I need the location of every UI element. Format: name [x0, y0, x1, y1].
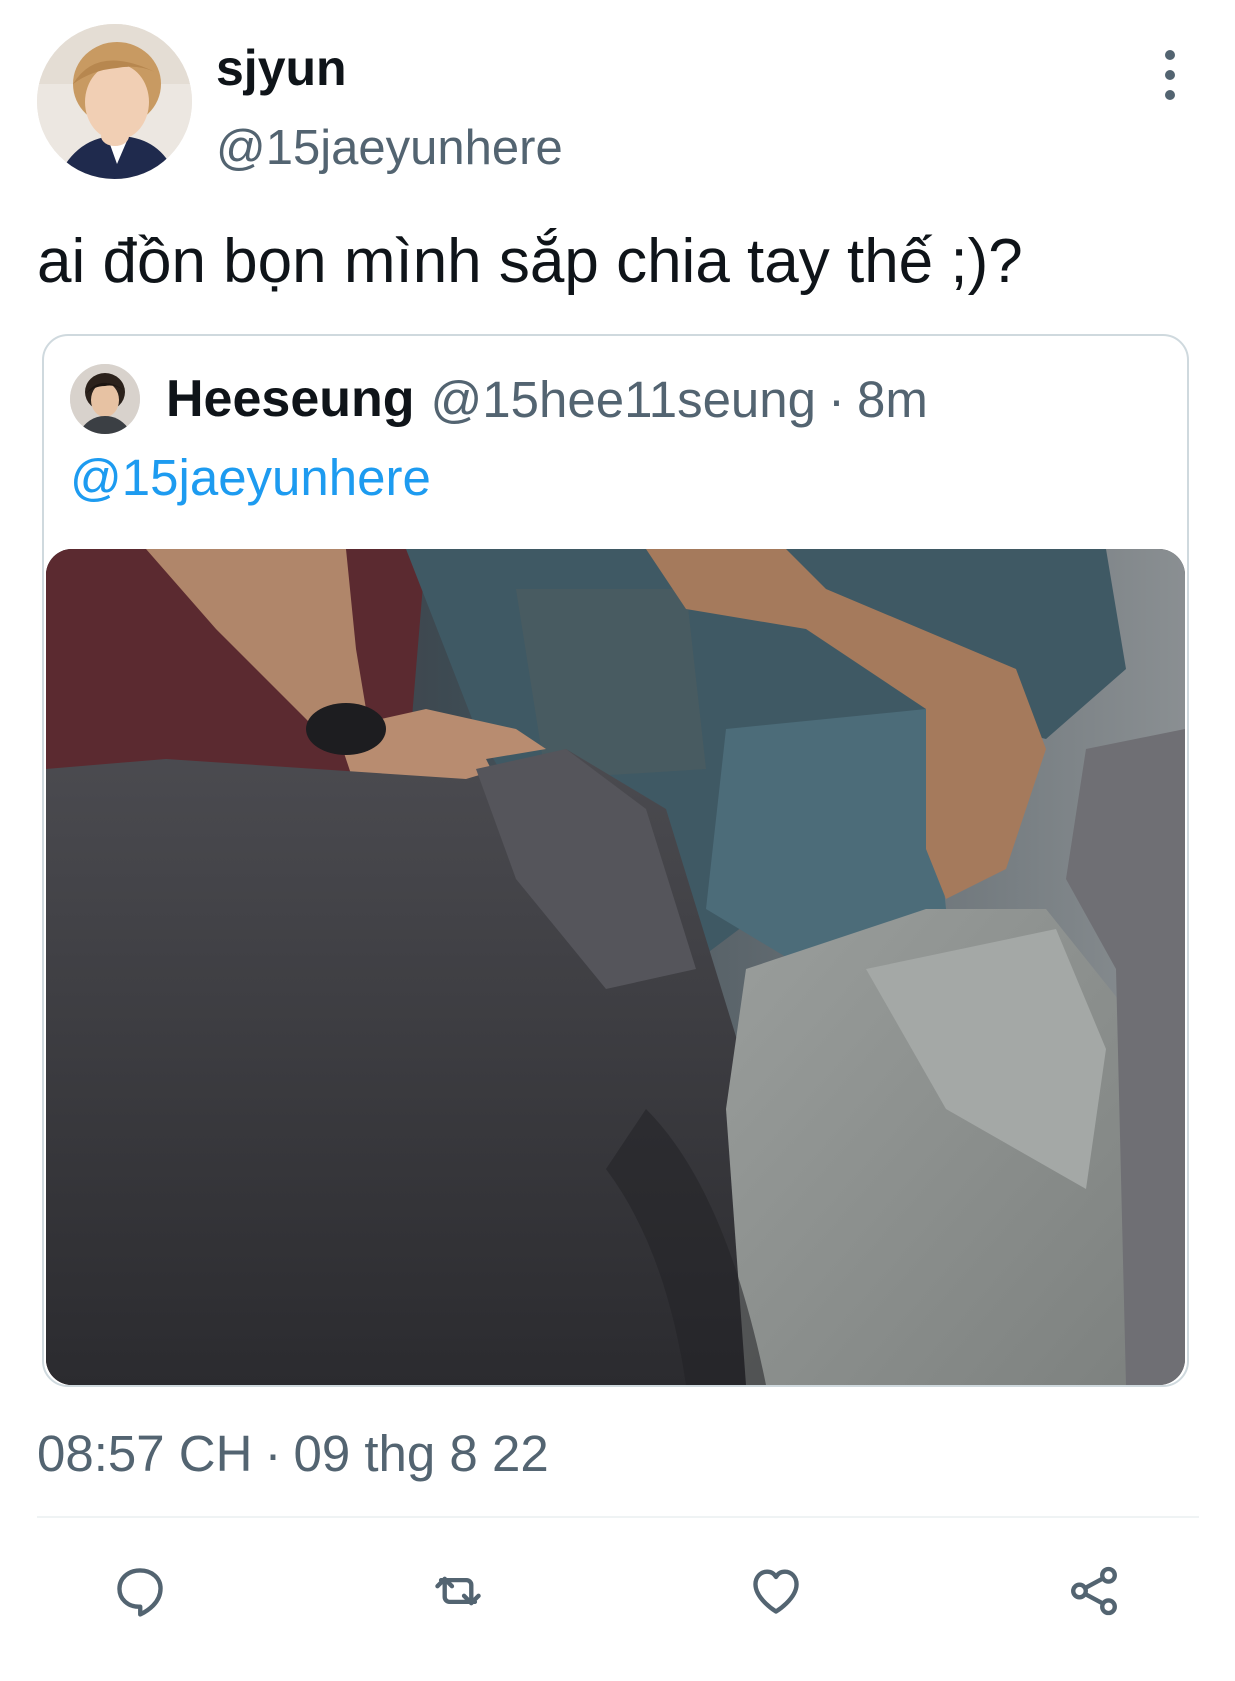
author-avatar[interactable]	[37, 24, 192, 179]
tweet-date: 09 thg 8 22	[293, 1425, 549, 1482]
share-icon	[1071, 1566, 1117, 1616]
quoted-display-name[interactable]: Heeseung	[166, 369, 415, 429]
quoted-tweet-card[interactable]: Heeseung @15hee11seung · 8m @15jaeyunher…	[42, 334, 1189, 1387]
more-dot	[1165, 90, 1175, 100]
quoted-mention-link[interactable]: @15jaeyunhere	[70, 448, 431, 508]
quoted-separator: ·	[828, 370, 846, 428]
author-display-name[interactable]: sjyun	[216, 40, 347, 96]
like-button[interactable]	[746, 1561, 806, 1621]
quoted-author-avatar[interactable]	[70, 364, 140, 434]
reply-button[interactable]	[110, 1561, 170, 1621]
tweet-time: 08:57 CH	[37, 1425, 253, 1482]
author-handle[interactable]: @15jaeyunhere	[216, 120, 563, 176]
more-dot	[1165, 50, 1175, 60]
share-button[interactable]	[1064, 1561, 1124, 1621]
quoted-tweet-header: Heeseung @15hee11seung · 8m	[70, 362, 928, 436]
quoted-media-photo[interactable]	[46, 549, 1185, 1385]
quoted-handle[interactable]: @15hee11seung	[431, 370, 817, 429]
timestamp-separator: ·	[264, 1425, 282, 1482]
tweet-timestamp[interactable]: 08:57 CH · 09 thg 8 22	[37, 1424, 549, 1484]
heart-icon	[753, 1569, 799, 1614]
reply-icon	[117, 1568, 163, 1617]
more-vertical-icon[interactable]	[1152, 50, 1188, 100]
quoted-time[interactable]: 8m	[857, 370, 928, 429]
retweet-button[interactable]	[428, 1561, 488, 1621]
divider	[37, 1516, 1199, 1518]
retweet-icon	[435, 1576, 481, 1606]
more-dot	[1165, 70, 1175, 80]
tweet-text: ai đồn bọn mình sắp chia tay thế ;)?	[37, 227, 1023, 296]
